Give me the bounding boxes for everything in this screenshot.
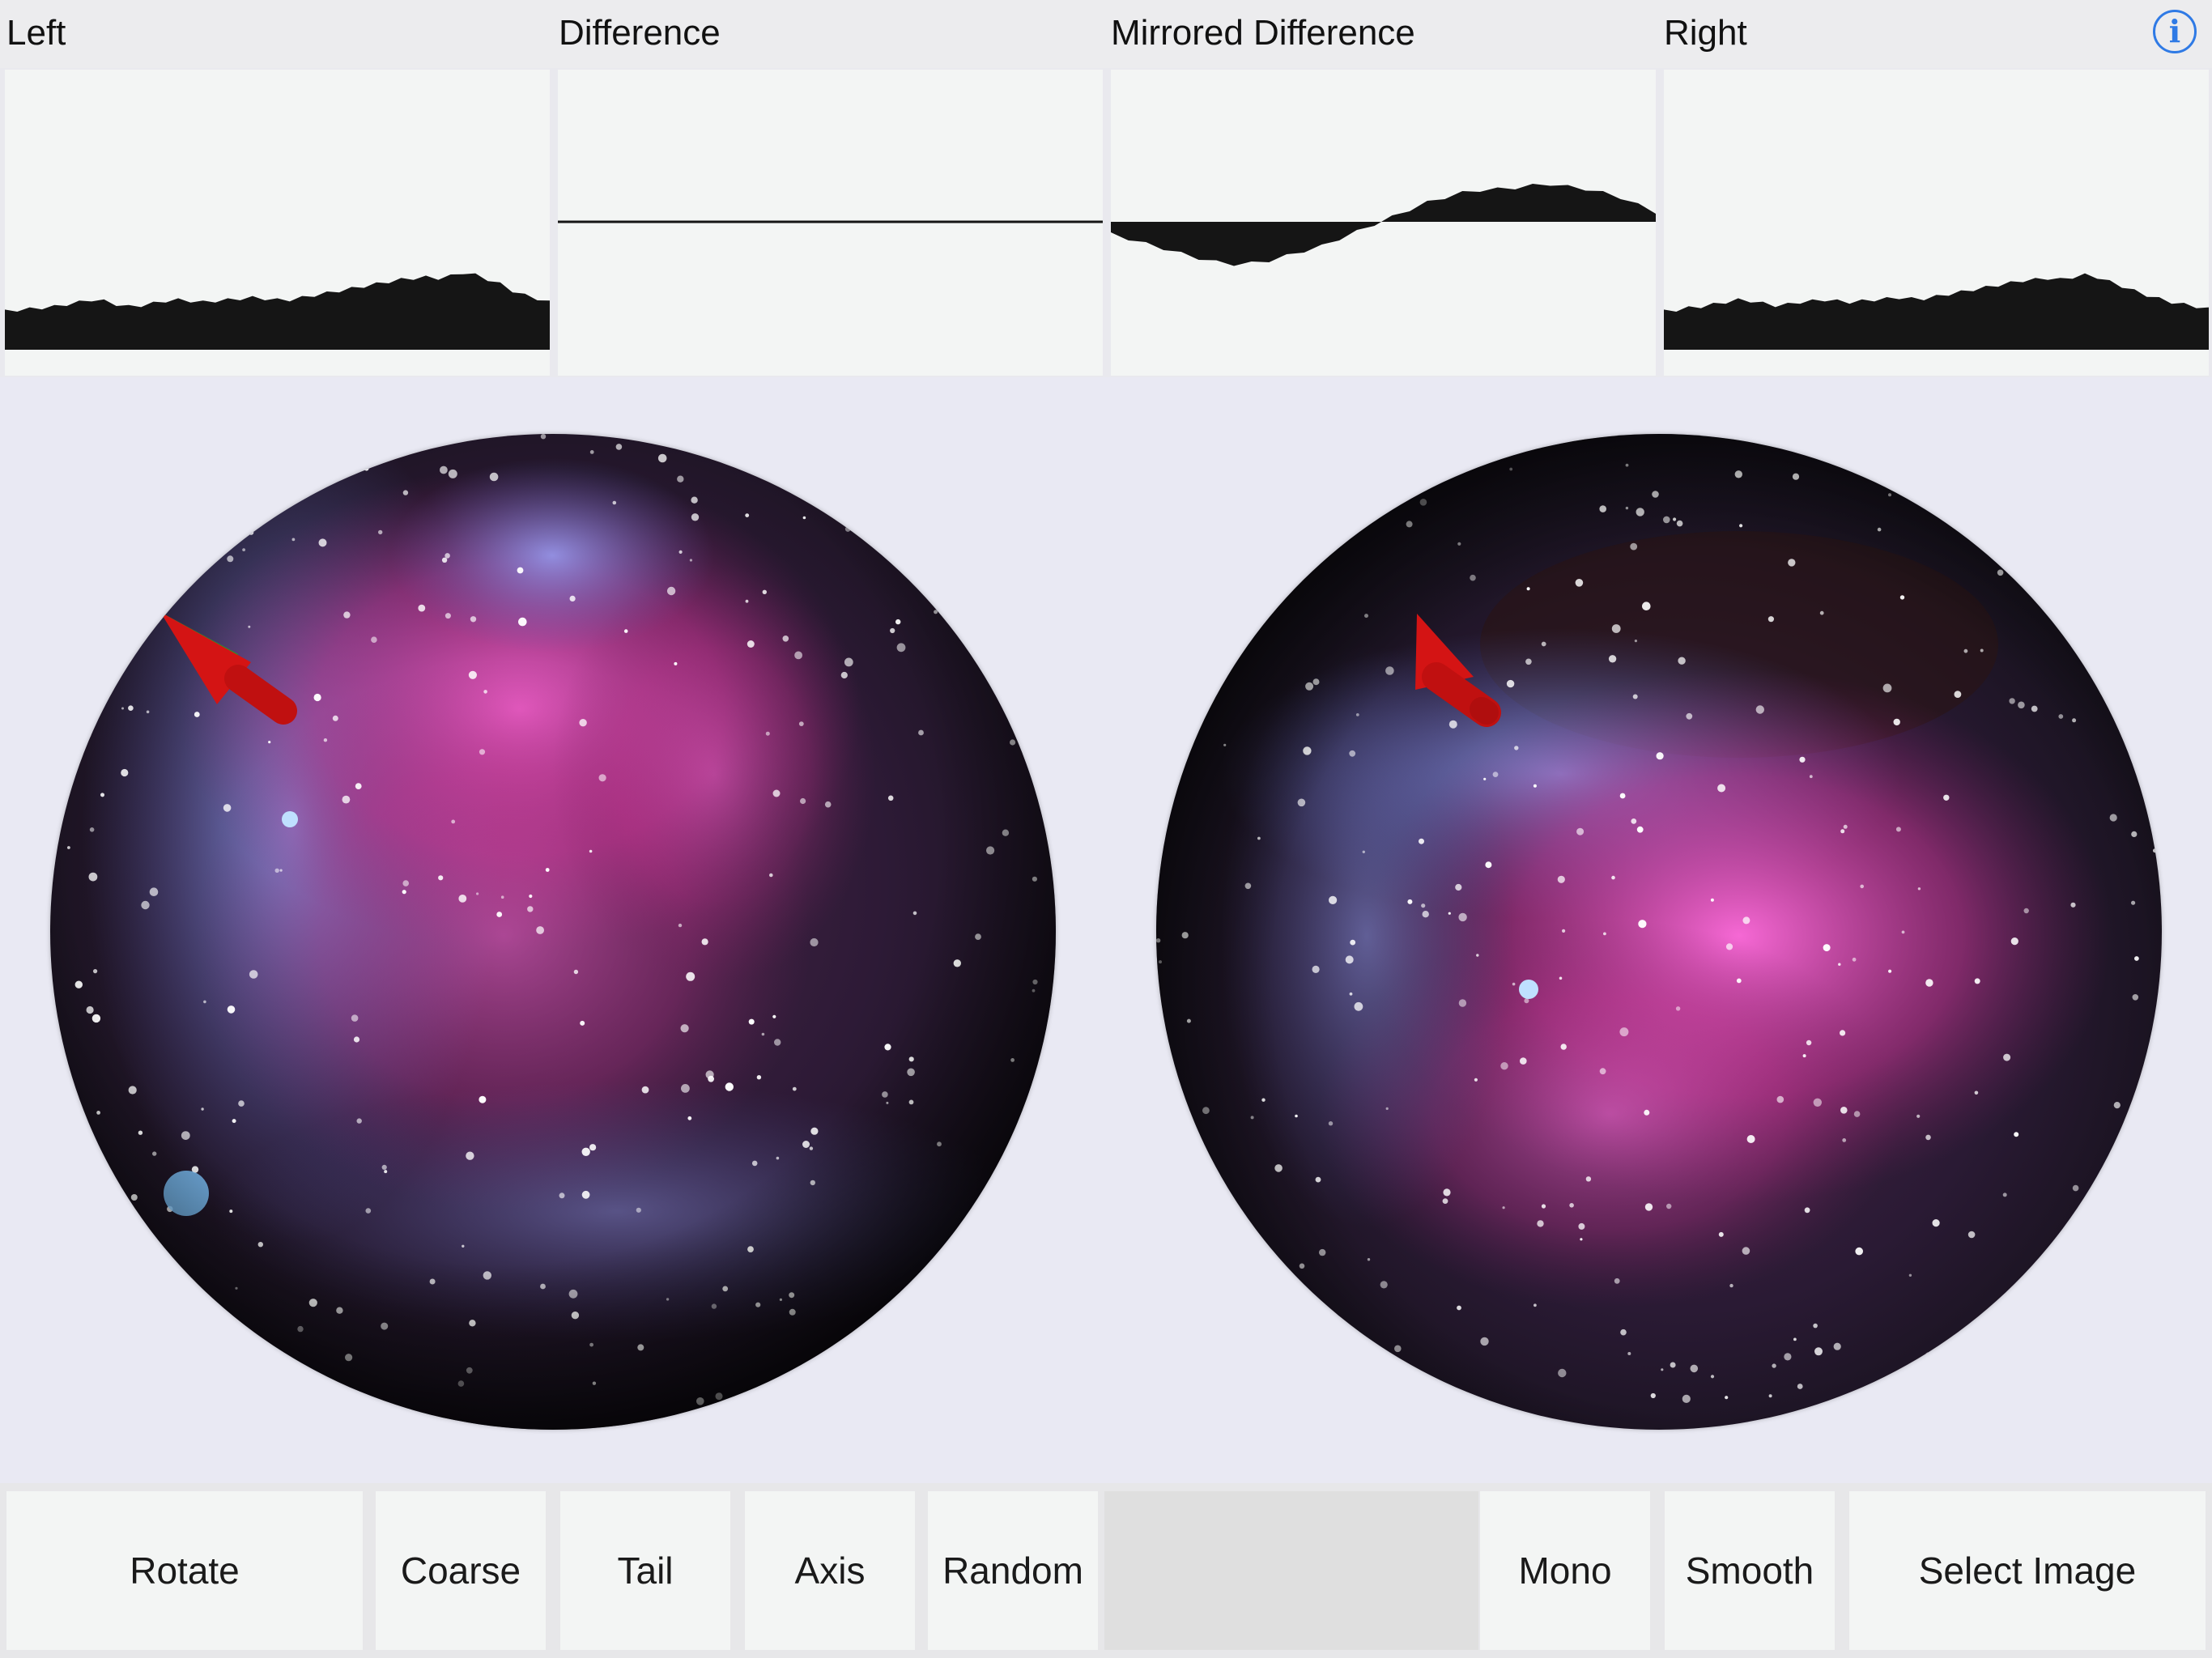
right-histogram	[1664, 70, 2209, 376]
left-nebula-image	[50, 434, 1056, 1430]
right-histogram-plot	[1664, 273, 2209, 350]
left-panel-title: Left	[6, 13, 66, 53]
right-nebula-image	[1156, 434, 2162, 1430]
right-nebula-sphere[interactable]	[1156, 434, 2162, 1430]
panel-header-bar: Left Difference Mirrored Difference Righ…	[0, 0, 2212, 68]
left-histogram-shape	[5, 273, 550, 350]
rotate-button[interactable]: Rotate	[6, 1491, 363, 1650]
mirrored-difference-plot	[1111, 184, 1656, 266]
mirrored-difference-shape	[1111, 184, 1656, 266]
difference-histogram-plot	[558, 220, 1103, 223]
coarse-button[interactable]: Coarse	[376, 1491, 546, 1650]
tail-button[interactable]: Tail	[560, 1491, 730, 1650]
left-histogram	[5, 70, 550, 376]
mirrored-difference-histogram	[1111, 70, 1656, 376]
mirrored-difference-panel-title: Mirrored Difference	[1111, 13, 1415, 53]
select-image-button[interactable]: Select Image	[1849, 1491, 2206, 1650]
axis-button[interactable]: Axis	[745, 1491, 915, 1650]
random-button[interactable]: Random	[928, 1491, 1098, 1650]
mono-button[interactable]: Mono	[1480, 1491, 1650, 1650]
difference-histogram	[558, 70, 1103, 376]
left-histogram-plot	[5, 273, 550, 350]
right-panel-title: Right	[1664, 13, 1747, 53]
right-histogram-shape	[1664, 273, 2209, 350]
difference-panel-title: Difference	[559, 13, 721, 53]
info-icon[interactable]: i	[2153, 10, 2197, 53]
toolbar-spacer	[1104, 1491, 1478, 1650]
left-nebula-sphere[interactable]	[50, 434, 1056, 1430]
smooth-button[interactable]: Smooth	[1665, 1491, 1835, 1650]
